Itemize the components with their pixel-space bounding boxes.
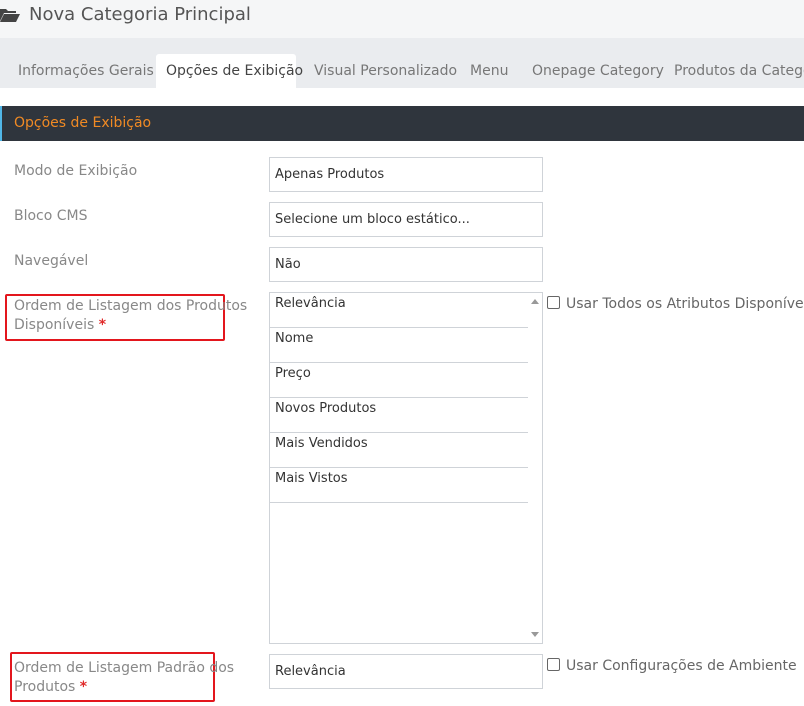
folder-open-icon xyxy=(0,9,20,22)
use-all-attributes-checkbox[interactable] xyxy=(547,296,560,309)
list-item[interactable]: Novos Produtos xyxy=(270,398,528,433)
anchor-label: Navegável xyxy=(14,253,89,269)
list-item[interactable]: Relevância xyxy=(270,293,528,328)
tab-opcoes-de-exibicao[interactable]: Opções de Exibição xyxy=(156,54,303,88)
tab-produtos-da-categoria[interactable]: Produtos da Categoria xyxy=(674,54,804,88)
list-item[interactable]: Mais Vistos xyxy=(270,468,528,503)
use-all-attributes-label[interactable]: Usar Todos os Atributos Disponíveis xyxy=(566,296,804,312)
cms-block-select[interactable]: Selecione um bloco estático... xyxy=(269,202,543,237)
page-header: Nova Categoria Principal xyxy=(0,0,804,38)
tab-bar: Informações Gerais Opções de Exibição Vi… xyxy=(0,38,804,88)
required-mark: * xyxy=(79,679,88,695)
available-sort-label-line2: Disponíveis xyxy=(14,317,95,333)
available-sort-label: Ordem de Listagem dos Produtos Disponíve… xyxy=(14,297,247,335)
scroll-down-arrow-icon[interactable] xyxy=(531,632,539,638)
tab-onepage-category[interactable]: Onepage Category xyxy=(532,54,664,88)
list-item[interactable]: Mais Vendidos xyxy=(270,433,528,468)
list-item[interactable]: Preço xyxy=(270,363,528,398)
scroll-up-arrow-icon[interactable] xyxy=(531,298,539,304)
section-header[interactable]: Opções de Exibição xyxy=(0,106,804,141)
cms-block-label: Bloco CMS xyxy=(14,208,88,224)
tab-menu[interactable]: Menu xyxy=(470,54,508,88)
default-sort-select[interactable]: Relevância xyxy=(269,654,543,689)
default-sort-label: Ordem de Listagem Padrão dos Produtos * xyxy=(14,659,234,697)
anchor-select[interactable]: Não xyxy=(269,247,543,282)
display-mode-select[interactable]: Apenas Produtos xyxy=(269,157,543,192)
required-mark: * xyxy=(98,317,107,333)
page-title: Nova Categoria Principal xyxy=(29,4,251,25)
available-sort-listbox[interactable]: Relevância Nome Preço Novos Produtos Mai… xyxy=(269,292,543,644)
section-title: Opções de Exibição xyxy=(14,115,152,131)
default-sort-label-line1: Ordem de Listagem Padrão dos xyxy=(14,660,235,676)
use-config-settings-checkbox[interactable] xyxy=(547,658,560,671)
default-sort-label-line2: Produtos xyxy=(14,679,76,695)
use-config-settings-label[interactable]: Usar Configurações de Ambiente xyxy=(566,658,797,674)
tab-visual-personalizado[interactable]: Visual Personalizado xyxy=(314,54,457,88)
display-mode-label: Modo de Exibição xyxy=(14,163,138,179)
available-sort-label-line1: Ordem de Listagem dos Produtos xyxy=(14,298,248,314)
list-item[interactable]: Nome xyxy=(270,328,528,363)
tab-informacoes-gerais[interactable]: Informações Gerais xyxy=(18,54,154,88)
